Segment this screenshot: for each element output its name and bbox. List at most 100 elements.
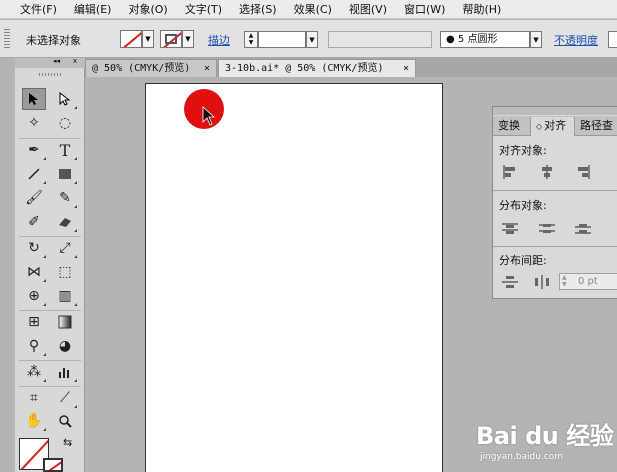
menu-edit[interactable]: 编辑(E) — [74, 1, 112, 17]
blend-tool[interactable]: ◕ — [53, 335, 77, 357]
paintbrush-icon: 🖌 — [25, 190, 43, 206]
watermark-logo: Bai du 经验 — [476, 422, 614, 450]
tab-document-1[interactable]: @ 50% (CMYK/预览) × — [85, 59, 217, 77]
fill-swatch[interactable] — [120, 30, 142, 48]
eyedropper-icon: ⚲ — [28, 338, 40, 354]
tab-close-icon[interactable]: × — [403, 60, 409, 77]
align-left-button[interactable] — [499, 162, 521, 182]
pen-tool[interactable]: ✒ — [22, 139, 46, 161]
menu-object[interactable]: 对象(O) — [128, 1, 167, 17]
align-panel-header[interactable] — [493, 107, 617, 115]
lasso-tool[interactable]: ◌ — [53, 112, 77, 134]
align-horizontal-center-button[interactable] — [536, 162, 558, 182]
menu-help[interactable]: 帮助(H) — [462, 1, 501, 17]
fill-stroke-widget: ⇆ — [19, 436, 72, 472]
rectangle-tool[interactable] — [53, 163, 77, 185]
distribute-top-button[interactable] — [499, 218, 521, 238]
section-title-distribute-objects: 分布对象: — [499, 199, 547, 212]
stroke-dropdown[interactable]: ▼ — [182, 30, 194, 48]
rotate-tool[interactable]: ↻ — [22, 237, 46, 259]
column-graph-tool[interactable] — [53, 361, 77, 383]
tab-align[interactable]: ◇ 对齐 — [531, 117, 575, 136]
lasso-icon: ◌ — [58, 115, 72, 131]
pen-icon: ✒ — [28, 142, 40, 158]
symbol-sprayer-tool[interactable]: ⁂ — [22, 361, 46, 383]
mesh-tool[interactable]: ⊞ — [22, 311, 46, 333]
distribute-vertical-space-button[interactable] — [499, 272, 521, 292]
control-bar-grip[interactable] — [4, 29, 10, 49]
tab-close-icon[interactable]: × — [204, 60, 210, 77]
stroke-weight-dropdown[interactable]: ▼ — [306, 31, 318, 48]
mouse-cursor-icon — [202, 106, 216, 126]
tools-panel: ◂◂ x ✧ ◌ ✒ T 🖌 ✎ ✐ ↻ ⤢ ⋈ ⬚ ⊕ ▥ ⊞ ⚲ ◕ ⁂ ⌗… — [15, 57, 85, 472]
tab-document-2[interactable]: 3-10b.ai* @ 50% (CMYK/预览) × — [218, 59, 416, 77]
scale-tool[interactable]: ⤢ — [53, 237, 77, 259]
align-right-button[interactable] — [572, 162, 594, 182]
menu-view[interactable]: 视图(V) — [349, 1, 387, 17]
pencil-tool[interactable]: ✎ — [53, 187, 77, 209]
rotate-icon: ↻ — [28, 240, 40, 256]
variable-width-select — [328, 31, 432, 48]
none-slash-icon — [121, 31, 141, 47]
slice-tool[interactable]: ⟋ — [53, 387, 77, 409]
hand-tool[interactable]: ✋ — [22, 410, 46, 432]
close-panel-icon[interactable]: x — [73, 57, 77, 65]
opacity-input[interactable] — [608, 31, 617, 48]
distribute-bottom-icon — [575, 224, 591, 234]
blob-brush-icon: ✐ — [28, 214, 40, 230]
selection-status: 未选择对象 — [26, 34, 81, 47]
menu-window[interactable]: 窗口(W) — [404, 1, 445, 17]
stroke-color-box[interactable] — [43, 458, 63, 472]
shape-builder-icon: ⊕ — [28, 288, 40, 304]
zoom-tool[interactable] — [53, 410, 77, 432]
perspective-grid-tool[interactable]: ▥ — [53, 285, 77, 307]
blob-brush-tool[interactable]: ✐ — [22, 211, 46, 233]
none-slash-icon — [45, 460, 61, 470]
menu-select[interactable]: 选择(S) — [239, 1, 277, 17]
menu-type[interactable]: 文字(T) — [185, 1, 222, 17]
menu-bar: 文件(F) 编辑(E) 对象(O) 文字(T) 选择(S) 效果(C) 视图(V… — [0, 0, 617, 19]
distribute-horizontal-space-button[interactable] — [531, 272, 553, 292]
tab-transform[interactable]: 变换 — [493, 117, 531, 136]
align-panel: 变换 ◇ 对齐 路径查 对齐对象: 分布对象: 分布间距: 0 pt ▲ ▼ — [492, 106, 617, 299]
stroke-link[interactable]: 描边 — [208, 32, 230, 48]
rectangle-icon — [59, 169, 71, 179]
shape-builder-tool[interactable]: ⊕ — [22, 285, 46, 307]
menu-effect[interactable]: 效果(C) — [294, 1, 332, 17]
selection-tool[interactable] — [22, 88, 46, 110]
gradient-tool[interactable] — [53, 311, 77, 333]
paintbrush-tool[interactable]: 🖌 — [22, 187, 46, 209]
swap-fill-stroke-icon[interactable]: ⇆ — [63, 436, 72, 449]
collapse-panel-icon[interactable]: ◂◂ — [53, 57, 60, 65]
artboard[interactable] — [145, 83, 443, 472]
section-title-align-objects: 对齐对象: — [499, 144, 547, 157]
opacity-link[interactable]: 不透明度 — [554, 32, 598, 48]
eraser-tool[interactable] — [53, 211, 77, 233]
eyedropper-tool[interactable]: ⚲ — [22, 335, 46, 357]
magic-wand-tool[interactable]: ✧ — [22, 112, 46, 134]
type-tool[interactable]: T — [53, 139, 77, 161]
stroke-swatch[interactable] — [160, 30, 182, 48]
magnifier-icon — [59, 415, 72, 428]
free-transform-tool[interactable]: ⬚ — [53, 261, 77, 283]
free-transform-icon: ⬚ — [58, 264, 72, 280]
line-tool[interactable] — [22, 163, 46, 185]
spacing-stepper[interactable]: ▲ ▼ — [562, 274, 572, 289]
tab-pathfinder[interactable]: 路径查 — [575, 117, 617, 136]
width-tool[interactable]: ⋈ — [22, 261, 46, 283]
stroke-weight-input[interactable] — [258, 31, 306, 48]
menu-file[interactable]: 文件(F) — [20, 1, 57, 17]
stroke-weight-stepper[interactable]: ▲ ▼ — [244, 31, 258, 48]
distribute-vcenter-icon — [539, 224, 555, 233]
tools-panel-grip[interactable] — [39, 73, 61, 76]
brush-select[interactable]: ● 5 点圆形 — [440, 31, 530, 48]
tab-label: 变换 — [498, 119, 520, 132]
fill-dropdown[interactable]: ▼ — [142, 30, 154, 48]
brush-dropdown[interactable]: ▼ — [530, 31, 542, 48]
distribute-vertical-center-button[interactable] — [536, 218, 558, 238]
direct-selection-tool[interactable] — [53, 88, 77, 110]
white-arrow-icon — [59, 92, 71, 106]
distribute-bottom-button[interactable] — [572, 218, 594, 238]
artboard-tool[interactable]: ⌗ — [22, 387, 46, 409]
hand-icon: ✋ — [25, 413, 43, 429]
